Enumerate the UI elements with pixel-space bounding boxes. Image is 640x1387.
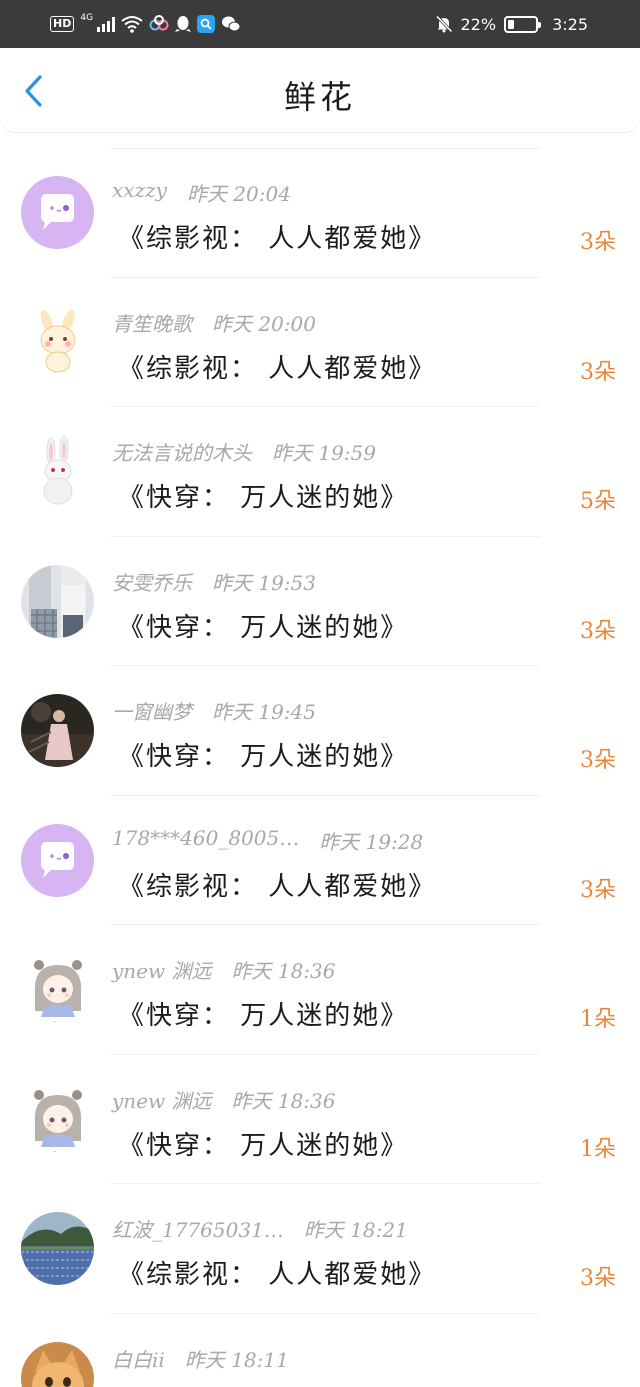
list-item[interactable]: 一窗幽梦 昨天 19:45 《快穿： 万人迷的她》 3朵 [0,666,640,796]
book-title: 《快穿： 万人迷的她》 [118,612,409,643]
status-bar-right: 22% 3:25 [435,0,588,48]
list-item[interactable]: 红波_17765031… 昨天 18:21 《综影视： 人人都爱她》 3朵 [0,1184,640,1314]
item-meta: 无法言说的木头 昨天 19:59 [112,437,376,466]
item-meta: 红波_17765031… 昨天 18:21 [112,1214,408,1243]
username: 无法言说的木头 [112,441,252,465]
avatar-photo-orange-cat[interactable] [21,1341,94,1387]
book-title: 《快穿： 万人迷的她》 [118,1130,409,1161]
flower-count: 3朵 [580,359,616,385]
status-bar: HD 4G 22% 3:25 [0,0,640,48]
qq-icon [175,16,192,32]
timestamp: 昨天 18:36 [231,959,336,983]
username: xxzzy [112,178,167,202]
avatar-purple-chat-default[interactable] [21,176,94,249]
search-app-icon [197,15,216,33]
timestamp: 昨天 18:36 [231,1088,336,1113]
list-item[interactable]: · ynew 渊远 昨天 18:36 《快穿： 万人迷的她》 1朵 [0,1055,640,1184]
item-meta: 安雯乔乐 昨天 19:53 [112,567,316,596]
timestamp: 昨天 19:59 [272,441,376,465]
book-title: 《快穿： 万人迷的她》 [118,483,409,513]
username: 白白ii [112,1347,165,1372]
item-meta: ynew 渊远 昨天 18:36 [112,1085,336,1114]
username: 红波_17765031… [112,1218,284,1242]
timestamp: 昨天 20:04 [186,182,291,206]
flower-count: 3朵 [580,1266,616,1291]
flower-count: 3朵 [580,877,616,903]
wifi-icon [121,16,143,33]
list-item[interactable]: 白白ii 昨天 18:11 [0,1314,640,1387]
item-meta: ynew 渊远 昨天 18:36 [112,955,336,984]
list-item[interactable]: 178***460_8005… 昨天 19:28 《综影视： 人人都爱她》 3朵 [0,796,640,925]
timestamp: 昨天 19:53 [212,570,316,595]
page-title: 鲜花 [283,78,356,116]
list-item[interactable]: 安雯乔乐 昨天 19:53 《快穿： 万人迷的她》 3朵 [0,537,640,666]
book-title: 《快穿： 万人迷的她》 [118,1001,409,1031]
book-title: 《综影视： 人人都爱她》 [118,353,437,384]
item-meta: 178***460_8005… 昨天 19:28 [112,826,423,855]
avatar-photo-dark-girl[interactable] [21,694,94,767]
flower-count: 3朵 [580,618,616,644]
timestamp: 昨天 18:11 [184,1347,289,1372]
avatar-purple-chat-default[interactable] [21,823,94,897]
username: 178***460_8005… [112,825,300,850]
svg-text:·: · [54,1019,56,1026]
wechat-icon [222,16,241,32]
battery-icon [504,15,542,33]
item-meta: 一窗幽梦 昨天 19:45 [112,696,316,725]
username: 安雯乔乐 [112,570,192,595]
flower-list: xxzzy 昨天 20:04 《综影视： 人人都爱她》 3朵 青笙晚歌 昨天 2… [0,148,640,1387]
book-title: 《综影视： 人人都爱她》 [118,871,437,902]
username: 青笙晚歌 [112,311,192,336]
flower-count: 3朵 [580,230,616,255]
flower-count: 5朵 [580,489,616,514]
cloud-app-icon [149,15,169,31]
avatar-anime-girl[interactable]: · [21,1082,94,1156]
avatar-photo-students[interactable] [21,564,94,638]
list-item[interactable]: · ynew 渊远 昨天 18:36 《快穿： 万人迷的她》 1朵 [0,925,640,1055]
item-meta: 青笙晚歌 昨天 20:00 [112,308,316,337]
avatar-anime-girl[interactable]: · [21,953,94,1026]
avatar-white-rabbit[interactable] [21,435,94,508]
svg-text:·: · [54,1149,56,1156]
avatar-cartoon-bunny[interactable] [21,305,94,379]
timestamp: 昨天 18:21 [303,1218,408,1242]
item-meta: 白白ii 昨天 18:11 [112,1344,289,1373]
list-item[interactable]: 青笙晚歌 昨天 20:00 《综影视： 人人都爱她》 3朵 [0,278,640,407]
flower-count: 3朵 [580,748,616,773]
username: ynew 渊远 [112,1088,212,1113]
item-meta: xxzzy 昨天 20:04 [112,178,291,207]
list-item[interactable]: 无法言说的木头 昨天 19:59 《快穿： 万人迷的她》 5朵 [0,407,640,537]
header: 鲜花 [0,48,640,132]
clock: 3:25 [552,14,588,34]
list-item[interactable]: xxzzy 昨天 20:04 《综影视： 人人都爱她》 3朵 [0,148,640,278]
book-title: 《综影视： 人人都爱她》 [118,224,437,254]
username: 一窗幽梦 [112,700,192,724]
bell-off-icon [435,15,453,33]
avatar-photo-flower-field[interactable] [21,1212,94,1285]
flower-count: 1朵 [580,1136,616,1162]
book-title: 《综影视： 人人都爱她》 [118,1260,437,1290]
timestamp: 昨天 19:45 [212,700,316,724]
username: ynew 渊远 [112,959,212,983]
book-title: 《快穿： 万人迷的她》 [118,742,409,772]
timestamp: 昨天 20:00 [212,311,316,336]
hd-icon: HD [50,16,75,32]
timestamp: 昨天 19:28 [319,829,424,854]
network-type: 4G [80,13,94,23]
flower-count: 1朵 [580,1007,616,1032]
battery-percent: 22% [460,14,497,34]
signal-icon [97,16,116,32]
status-bar-left: HD 4G [50,0,241,48]
